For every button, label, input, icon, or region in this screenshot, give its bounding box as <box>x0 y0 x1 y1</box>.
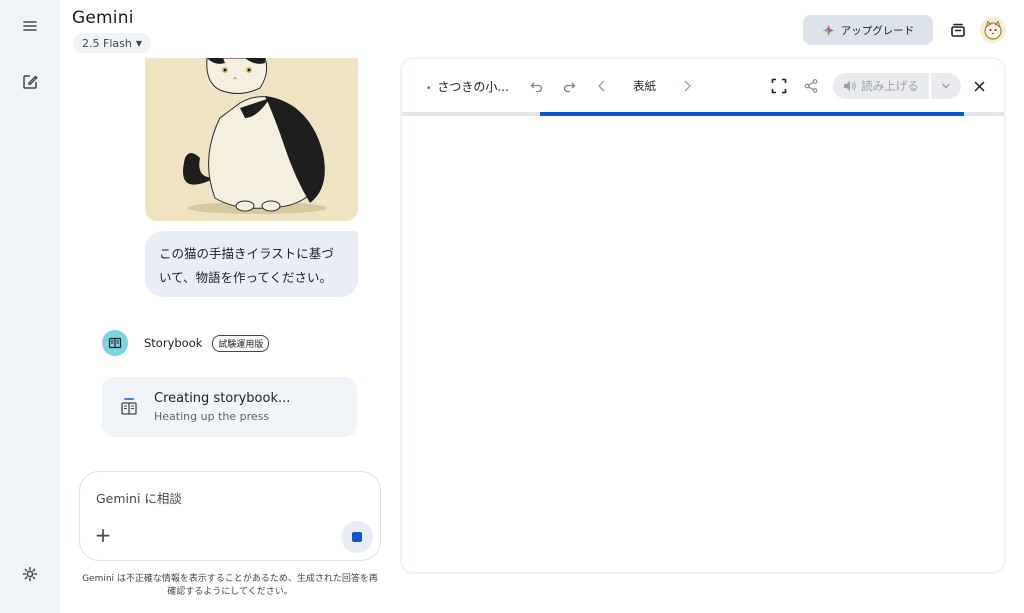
read-aloud-label: 読み上げる <box>861 79 919 93</box>
avatar[interactable] <box>980 17 1006 43</box>
prev-page-button[interactable] <box>592 76 612 96</box>
menu-button[interactable] <box>14 10 46 42</box>
settings-button[interactable] <box>14 558 46 590</box>
fullscreen-icon <box>771 78 787 94</box>
menu-icon <box>23 21 37 31</box>
uploaded-cat-image[interactable] <box>145 58 358 221</box>
model-selector[interactable]: 2.5 Flash ▼ <box>73 33 151 53</box>
next-page-button[interactable] <box>677 76 697 96</box>
chevron-right-icon <box>684 80 691 92</box>
stop-icon <box>352 532 362 542</box>
disclaimer: Gemini は不正確な情報を表示することがあるため、生成された回答を再確認する… <box>82 574 378 597</box>
redo-icon <box>563 82 576 93</box>
agent-name: Storybook <box>144 336 203 350</box>
prompt-input-box[interactable]: Gemini に相談 + <box>79 471 381 561</box>
storybook-avatar <box>102 330 128 356</box>
progress-fill <box>540 112 964 116</box>
upgrade-label: アップグレード <box>840 24 915 37</box>
upgrade-button[interactable]: アップグレード <box>803 15 933 45</box>
chevron-down-icon <box>942 83 950 89</box>
undo-icon <box>530 82 543 93</box>
undo-button[interactable] <box>527 76 547 96</box>
book-icon <box>118 397 140 417</box>
status-subtitle: Heating up the press <box>154 410 270 423</box>
chevron-down-icon: ▼ <box>135 38 142 48</box>
plus-icon: + <box>94 523 112 547</box>
read-aloud-options-button[interactable] <box>931 73 961 99</box>
chevron-left-icon <box>598 80 605 92</box>
book-icon <box>108 337 122 349</box>
sparkle-icon <box>822 23 835 37</box>
cat-illustration <box>145 58 358 221</box>
creating-status-card[interactable]: Creating storybook... Heating up the pre… <box>102 377 357 437</box>
storybook-canvas: • さつきの小... 表紙 読み上げる <box>401 58 1005 573</box>
add-button[interactable]: + <box>92 523 114 547</box>
share-icon <box>804 79 818 93</box>
prompt-input[interactable]: Gemini に相談 <box>96 488 182 507</box>
canvas-toolbar: • さつきの小... 表紙 読み上げる <box>402 59 1004 113</box>
close-canvas-button[interactable] <box>969 76 989 96</box>
doc-title-text: さつきの小... <box>437 80 509 94</box>
fullscreen-button[interactable] <box>769 76 789 96</box>
redo-button[interactable] <box>559 76 579 96</box>
app-title: Gemini <box>72 8 134 28</box>
progress-track <box>402 112 1004 116</box>
user-message: この猫の手描きイラストに基づいて、物語を作ってください。 <box>145 231 358 297</box>
inbox-button[interactable] <box>946 18 970 42</box>
new-chat-button[interactable] <box>14 66 46 98</box>
storybook-header: Storybook 試験運用版 <box>102 329 270 357</box>
left-rail <box>0 0 60 613</box>
settings-icon <box>22 566 38 582</box>
status-title: Creating storybook... <box>154 391 291 406</box>
cat-avatar-icon <box>984 20 1002 40</box>
model-label: 2.5 Flash <box>82 36 132 50</box>
inbox-icon <box>951 23 965 37</box>
read-aloud-button[interactable]: 読み上げる <box>833 73 929 99</box>
stop-button[interactable] <box>341 521 373 553</box>
doc-title[interactable]: • さつきの小... <box>426 78 509 95</box>
speaker-icon <box>844 81 856 91</box>
experimental-badge: 試験運用版 <box>212 334 270 352</box>
share-button[interactable] <box>801 76 821 96</box>
close-icon <box>973 80 985 92</box>
dot-icon: • <box>426 84 432 94</box>
page-label: 表紙 <box>633 79 656 93</box>
new-chat-icon <box>23 75 38 89</box>
